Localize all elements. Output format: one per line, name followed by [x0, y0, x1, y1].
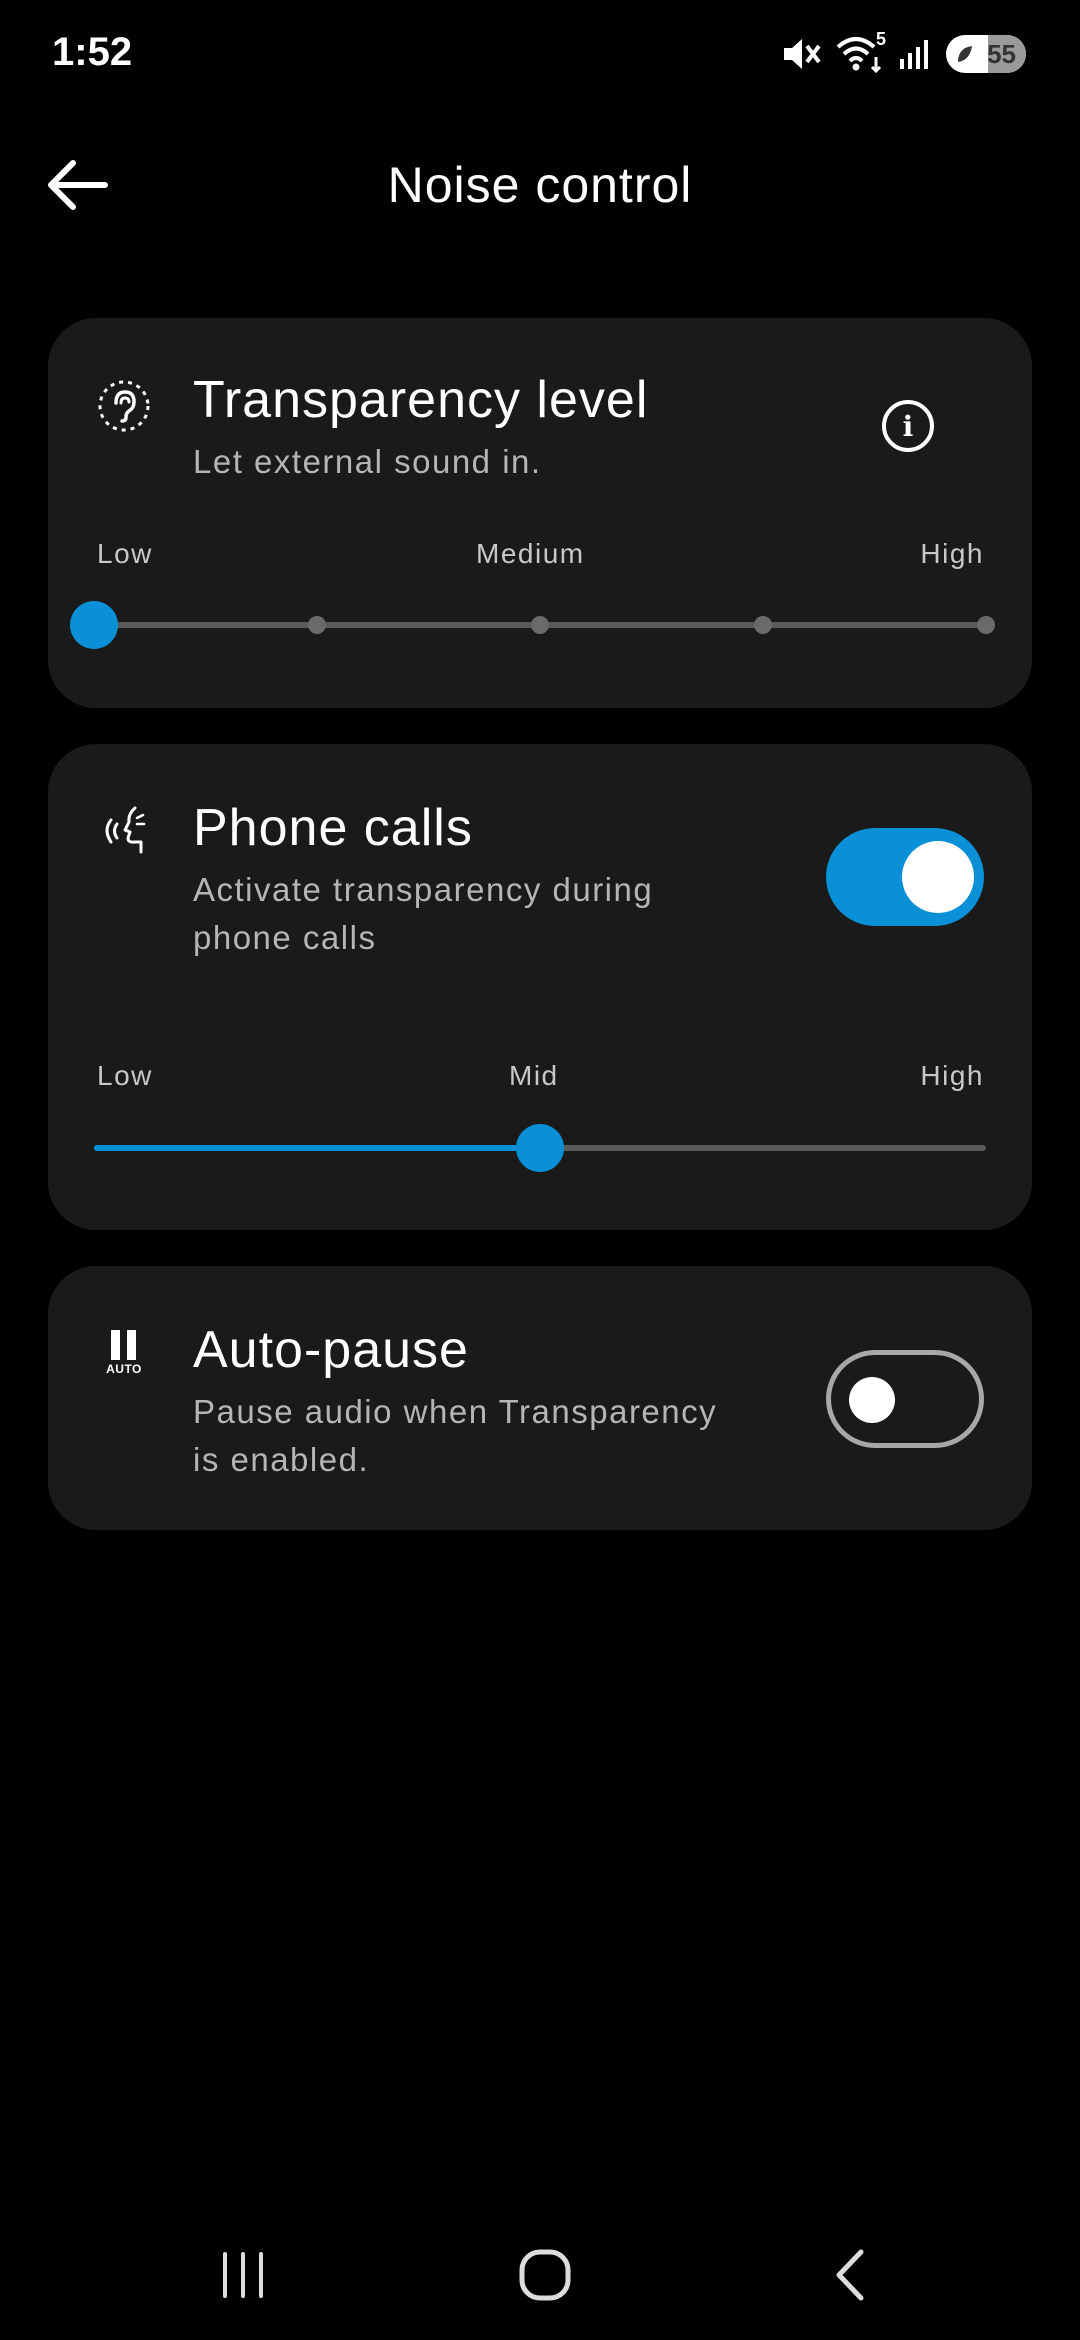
signal-icon	[898, 37, 932, 71]
auto-pause-subtitle-line1: Pause audio when Transparency	[193, 1393, 718, 1430]
calls-slider-label-mid: Mid	[509, 1060, 559, 1091]
status-time: 1:52	[52, 30, 133, 74]
slider-label-high: High	[920, 538, 984, 569]
slider-label-medium: Medium	[476, 538, 585, 569]
transparency-subtitle: Let external sound in.	[193, 443, 542, 480]
phone-calls-slider-fill	[94, 1145, 540, 1151]
auto-pause-title: Auto-pause	[193, 1321, 469, 1379]
status-icons: 5 55	[782, 29, 1026, 76]
voice-wave-icon	[96, 802, 152, 858]
slider-label-low: Low	[97, 538, 153, 569]
page-title: Noise control	[387, 157, 693, 213]
battery-icon: 55	[946, 35, 1026, 73]
auto-pause-toggle[interactable]	[826, 1350, 984, 1448]
home-icon[interactable]	[500, 2230, 590, 2320]
auto-pause-card: AUTO Auto-pause Pause audio when Transpa…	[48, 1266, 1032, 1530]
auto-pause-subtitle-line2: is enabled.	[193, 1441, 370, 1478]
back-icon[interactable]	[804, 2230, 894, 2320]
transparency-slider[interactable]	[70, 601, 995, 649]
transparency-slider-thumb[interactable]	[70, 601, 118, 649]
wifi-icon: 5	[836, 29, 886, 73]
pause-auto-icon: AUTO	[96, 1324, 152, 1380]
phone-calls-card: Phone calls Activate transparency during…	[48, 744, 1032, 1230]
phone-calls-slider-thumb[interactable]	[516, 1124, 564, 1172]
toggle-knob	[902, 841, 974, 913]
transparency-title: Transparency level	[193, 371, 649, 429]
mute-icon	[782, 36, 822, 72]
ear-icon	[96, 378, 152, 434]
slider-step-tick[interactable]	[531, 616, 549, 634]
info-icon[interactable]: i	[882, 400, 934, 452]
battery-level: 55	[987, 38, 1016, 69]
phone-calls-slider[interactable]	[94, 1124, 986, 1172]
slider-step-tick[interactable]	[977, 616, 995, 634]
calls-slider-label-high: High	[920, 1060, 984, 1091]
wifi-badge: 5	[875, 29, 886, 49]
phone-calls-subtitle-line2: phone calls	[193, 919, 377, 956]
system-nav-bar	[0, 2210, 1080, 2330]
slider-step-tick[interactable]	[308, 616, 326, 634]
phone-calls-subtitle-line1: Activate transparency during	[193, 871, 654, 908]
calls-slider-label-low: Low	[97, 1060, 153, 1091]
toggle-knob	[849, 1377, 895, 1423]
phone-calls-toggle[interactable]	[826, 828, 984, 926]
recents-icon[interactable]	[198, 2230, 288, 2320]
app-header: Noise control	[0, 130, 1080, 240]
slider-step-tick[interactable]	[754, 616, 772, 634]
status-bar: 1:52 5 55	[0, 0, 1080, 110]
auto-icon-text: AUTO	[106, 1362, 142, 1376]
phone-calls-title: Phone calls	[193, 799, 473, 857]
transparency-level-card: Transparency level Let external sound in…	[48, 318, 1032, 708]
